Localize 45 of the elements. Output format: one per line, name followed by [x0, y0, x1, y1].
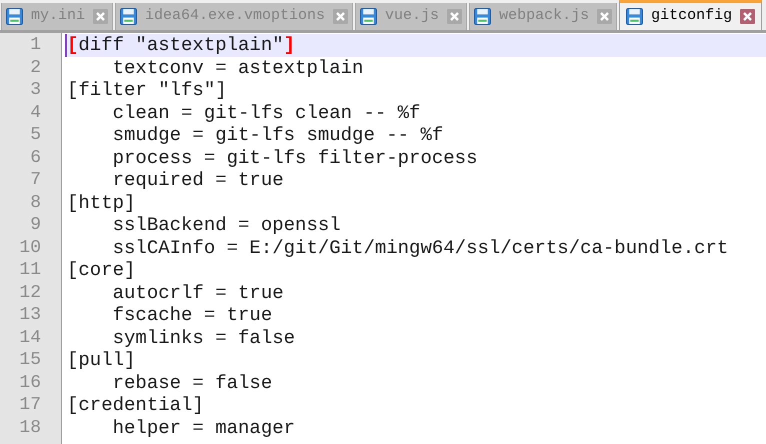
line-number: 13 — [18, 304, 42, 326]
code-line: helper = manager — [112, 416, 296, 439]
close-icon[interactable] — [740, 9, 756, 24]
code-line: sslBackend = openssl — [112, 214, 342, 236]
code-line: process = git-lfs filter-process — [112, 146, 478, 169]
line-number: 14 — [18, 326, 42, 349]
file-tab[interactable]: idea64.exe.vmoptions — [115, 3, 354, 30]
code-line: [pull] — [66, 349, 136, 372]
code-line: symlinks = false — [112, 326, 296, 349]
code-line: sslCAInfo = E:/git/Git/mingw64/ssl/certs/ca-bundle.crt — [112, 236, 730, 259]
line-number: 17 — [18, 394, 42, 416]
line-number: 7 — [29, 169, 42, 192]
code-line: fscache = true — [112, 304, 274, 326]
close-icon[interactable] — [93, 9, 108, 24]
file-tab[interactable]: vue.js — [355, 3, 468, 30]
line-number: 16 — [18, 372, 42, 394]
line-number: 11 — [18, 259, 42, 282]
code-line: autocrlf = true — [112, 282, 285, 304]
file-tab[interactable]: gitconfig — [619, 0, 762, 30]
code-line: textconv = astextplain — [112, 56, 364, 79]
close-icon[interactable] — [447, 9, 462, 24]
line-number: 2 — [29, 56, 42, 79]
file-tab[interactable]: webpack.js — [469, 3, 618, 30]
code-line: [credential] — [66, 394, 205, 416]
code-line: [http] — [66, 192, 136, 214]
file-tab[interactable]: my.ini — [1, 3, 114, 30]
line-number: 5 — [29, 124, 42, 146]
line-number: 10 — [18, 236, 42, 259]
code-line: [core] — [66, 259, 136, 282]
code-line: required = true — [112, 169, 285, 192]
line-number: 1 — [29, 34, 42, 56]
close-icon[interactable] — [333, 9, 348, 24]
line-number: 4 — [29, 102, 42, 124]
code-line: rebase = false — [112, 372, 274, 394]
line-number: 8 — [29, 192, 42, 214]
line-number: 18 — [18, 416, 42, 439]
line-number: 12 — [18, 282, 42, 304]
line-number: 9 — [29, 214, 42, 236]
line-number: 6 — [29, 146, 42, 169]
code-line: clean = git-lfs clean -- %f — [112, 102, 422, 124]
line-number: 3 — [29, 79, 42, 102]
line-number: 15 — [18, 349, 42, 372]
code-line: smudge = git-lfs smudge -- %f — [112, 124, 444, 146]
close-icon[interactable] — [597, 9, 612, 24]
code-line: [filter "lfs"] — [66, 79, 228, 102]
